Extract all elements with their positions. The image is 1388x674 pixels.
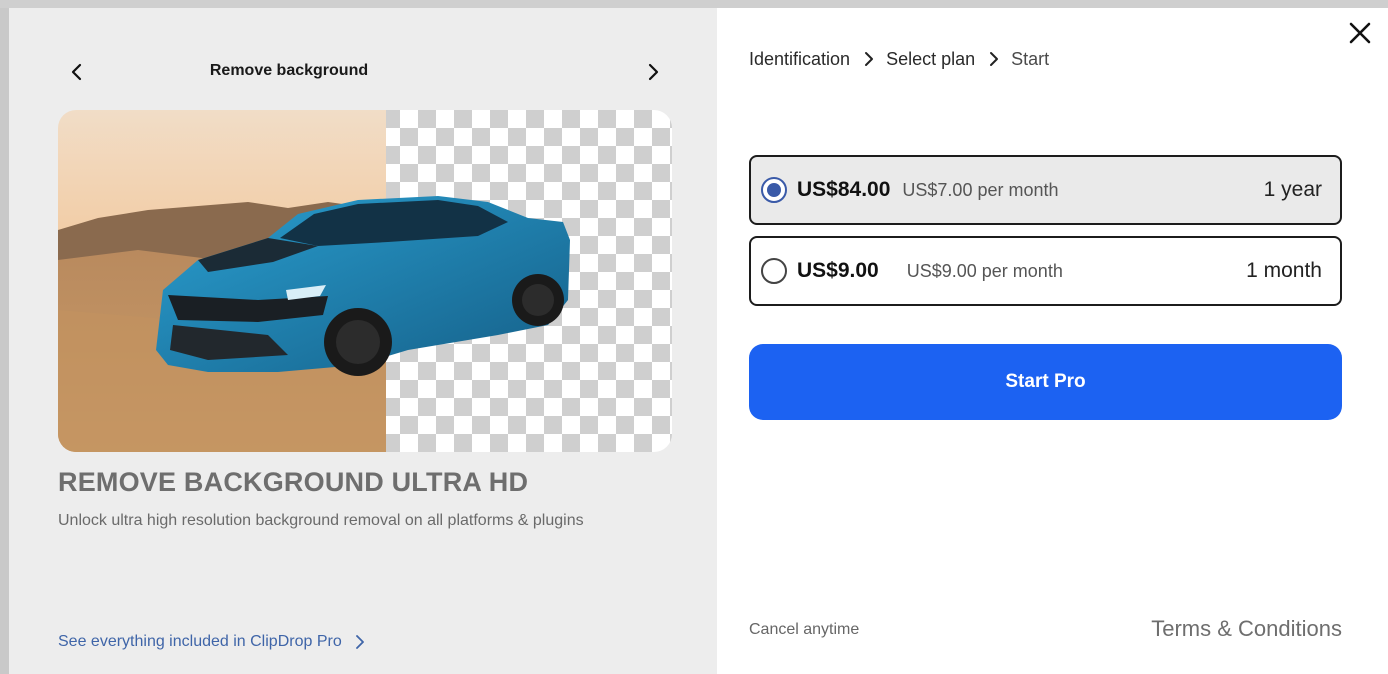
breadcrumb-identification: Identification <box>749 49 851 69</box>
next-feature-button[interactable] <box>641 60 665 84</box>
breadcrumb-chevron-icon <box>990 52 999 66</box>
plan-per-month: US$7.00 per month <box>902 179 1059 200</box>
see-everything-label: See everything included in ClipDrop Pro <box>58 633 342 650</box>
feature-showcase-panel: Remove background REMOVE BACKGROUND ULTR… <box>9 8 717 674</box>
close-button[interactable] <box>1347 20 1373 46</box>
breadcrumb-select-plan: Select plan <box>886 49 976 69</box>
plan-option-monthly[interactable]: US$9.00 US$9.00 per month 1 month <box>749 236 1342 306</box>
breadcrumb-chevron-icon <box>865 52 874 66</box>
breadcrumb-start: Start <box>1011 49 1050 69</box>
chevron-right-icon <box>648 63 659 81</box>
plan-price: US$84.00 <box>797 178 891 201</box>
plan-period: 1 month <box>1246 259 1322 282</box>
plan-period: 1 year <box>1263 178 1322 201</box>
plan-price: US$9.00 <box>797 259 879 282</box>
see-everything-link[interactable]: See everything included in ClipDrop Pro <box>58 633 368 651</box>
plan-per-month: US$9.00 per month <box>906 260 1063 281</box>
feature-headline: REMOVE BACKGROUND ULTRA HD <box>58 467 529 497</box>
terms-and-conditions-link[interactable]: Terms & Conditions <box>1151 616 1342 642</box>
chevron-right-icon <box>355 635 364 649</box>
plan-radio-yearly[interactable] <box>761 177 787 203</box>
cancel-anytime-note: Cancel anytime <box>749 621 860 638</box>
feature-preview-image <box>58 110 672 452</box>
backdrop <box>0 0 1388 8</box>
close-icon <box>1349 22 1371 44</box>
pro-upgrade-modal: Remove background REMOVE BACKGROUND ULTR… <box>9 8 1388 674</box>
breadcrumb: Identification Select plan Start <box>749 48 1049 70</box>
plan-radio-monthly[interactable] <box>761 258 787 284</box>
start-pro-button[interactable]: Start Pro <box>749 344 1342 420</box>
feature-description: Unlock ultra high resolution background … <box>58 512 584 529</box>
plan-option-yearly[interactable]: US$84.00 US$7.00 per month 1 year <box>749 155 1342 225</box>
checkout-panel: Identification Select plan Start US$84.0… <box>717 8 1388 674</box>
feature-title: Remove background <box>209 62 369 79</box>
